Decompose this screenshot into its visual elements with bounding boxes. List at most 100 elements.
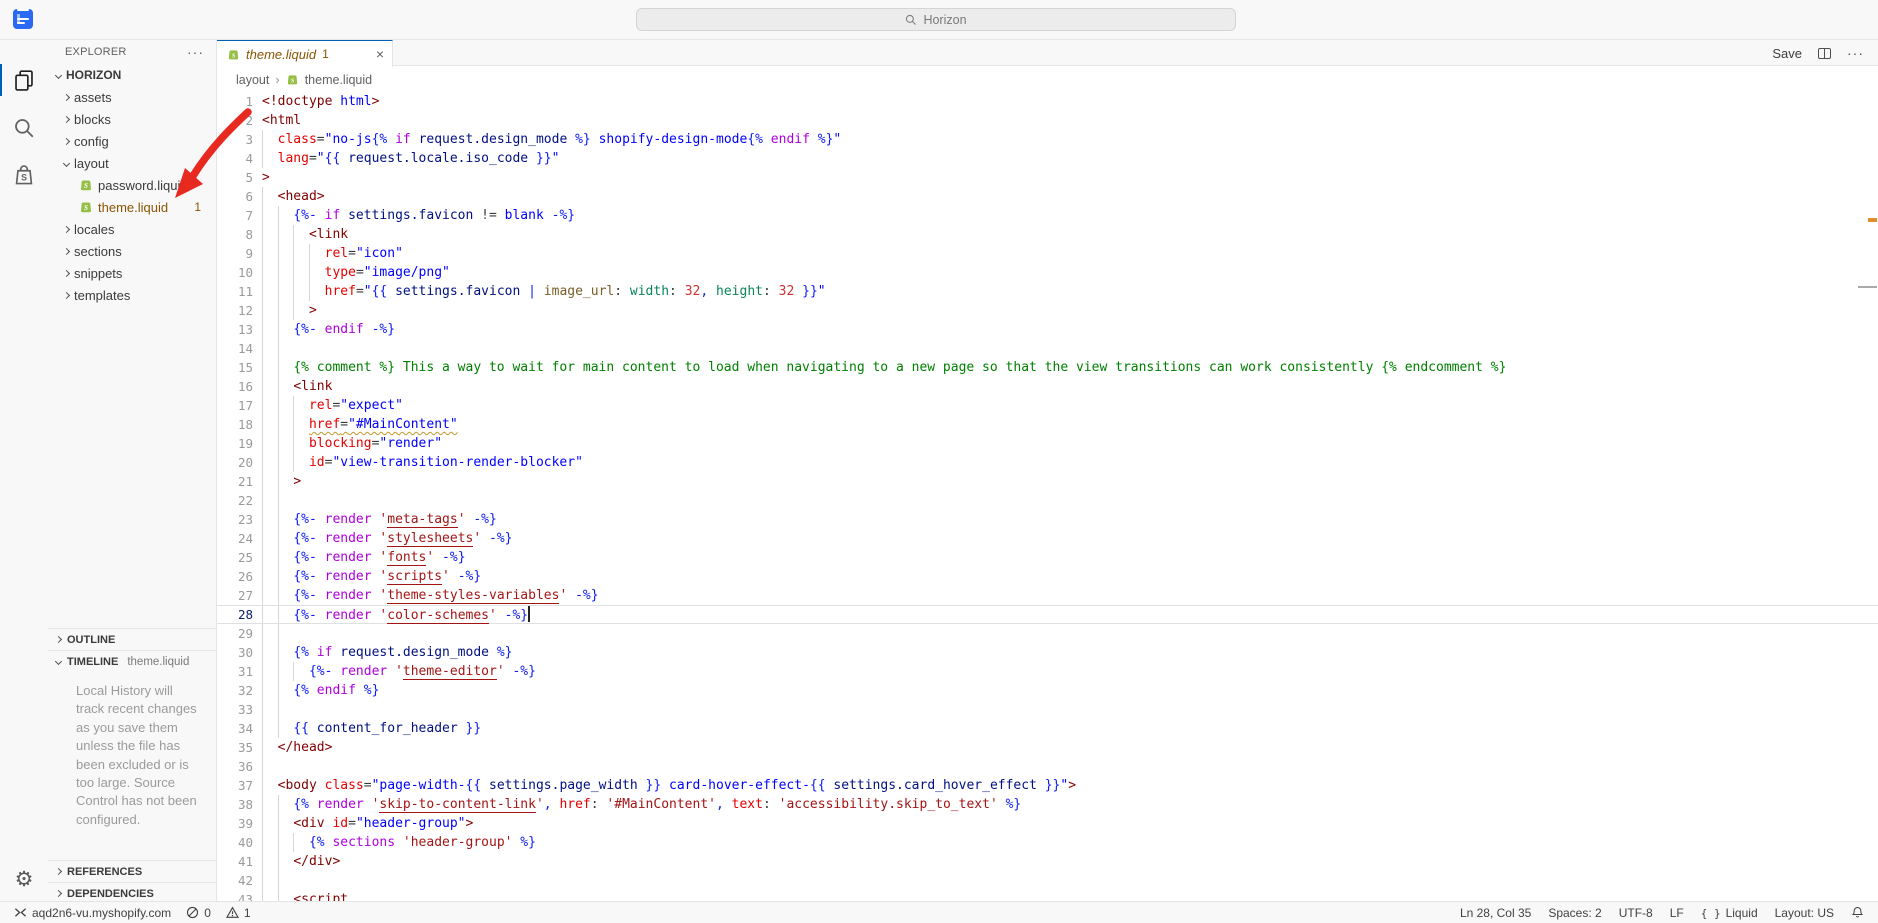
code-line-6[interactable]: 6 <head> <box>217 187 1878 206</box>
breadcrumb: layout › S theme.liquid <box>217 67 1878 92</box>
sidebar-item-layout[interactable]: layout <box>48 152 216 174</box>
code-line-28[interactable]: 28 {%- render 'color-schemes' -%} <box>217 605 1878 624</box>
settings-gear-icon[interactable]: ⚙ <box>0 857 48 901</box>
panel-outline[interactable]: OUTLINE <box>48 628 216 650</box>
status-item[interactable]: LF <box>1670 906 1684 920</box>
code-line-30[interactable]: 30 {% if request.design_mode %} <box>217 643 1878 662</box>
code-line-18[interactable]: 18 href="#MainContent" <box>217 415 1878 434</box>
chevron-right-icon <box>63 115 70 122</box>
code-line-19[interactable]: 19 blocking="render" <box>217 434 1878 453</box>
search-view-icon[interactable] <box>0 106 48 150</box>
code-line-4[interactable]: 4 lang="{{ request.locale.iso_code }}" <box>217 149 1878 168</box>
sidebar-item-HORIZON[interactable]: HORIZON <box>48 64 216 86</box>
sidebar-item-templates[interactable]: templates <box>48 284 216 306</box>
code-line-10[interactable]: 10 type="image/png" <box>217 263 1878 282</box>
status-item-braces[interactable]: { }Liquid <box>1701 906 1758 920</box>
breadcrumb-file[interactable]: theme.liquid <box>305 73 372 87</box>
panel-references-label: REFERENCES <box>67 866 142 878</box>
code-line-26[interactable]: 26 {%- render 'scripts' -%} <box>217 567 1878 586</box>
vscode-shopify-code-editor: { "colors": { "accent": "#005fb8", "warn… <box>0 0 1878 923</box>
command-center-search[interactable]: Horizon <box>636 8 1236 31</box>
split-editor-icon[interactable] <box>1818 48 1831 59</box>
code-line-3[interactable]: 3 class="no-js{% if request.design_mode … <box>217 130 1878 149</box>
code-line-16[interactable]: 16 <link <box>217 377 1878 396</box>
svg-text:S: S <box>290 77 294 84</box>
panel-timeline-header[interactable]: TIMELINE theme.liquid <box>48 650 216 672</box>
shopify-file-icon: S <box>79 178 93 192</box>
code-line-42[interactable]: 42 <box>217 871 1878 890</box>
code-line-7[interactable]: 7 {%- if settings.favicon != blank -%} <box>217 206 1878 225</box>
code-line-38[interactable]: 38 {% render 'skip-to-content-link', hre… <box>217 795 1878 814</box>
chevron-down-icon <box>63 159 70 166</box>
status-item[interactable]: Spaces: 2 <box>1548 906 1601 920</box>
code-line-24[interactable]: 24 {%- render 'stylesheets' -%} <box>217 529 1878 548</box>
panel-timeline-file: theme.liquid <box>127 656 189 668</box>
code-line-5[interactable]: 5> <box>217 168 1878 187</box>
sidebar-item-snippets[interactable]: snippets <box>48 262 216 284</box>
editor-more-icon[interactable]: ··· <box>1847 45 1864 61</box>
sidebar-more-icon[interactable]: ··· <box>187 44 204 60</box>
code-line-40[interactable]: 40 {% sections 'header-group' %} <box>217 833 1878 852</box>
status-item-error[interactable]: 0 <box>186 906 211 920</box>
code-line-37[interactable]: 37 <body class="page-width-{{ settings.p… <box>217 776 1878 795</box>
sidebar-item-assets[interactable]: assets <box>48 86 216 108</box>
code-line-21[interactable]: 21 > <box>217 472 1878 491</box>
code-line-17[interactable]: 17 rel="expect" <box>217 396 1878 415</box>
code-line-31[interactable]: 31 {%- render 'theme-editor' -%} <box>217 662 1878 681</box>
status-item-bell[interactable] <box>1851 906 1864 919</box>
overview-ruler-cursor-marker <box>1858 286 1877 288</box>
file-label: blocks <box>74 112 111 127</box>
sidebar-item-theme-liquid[interactable]: Stheme.liquid1 <box>48 196 216 218</box>
code-line-15[interactable]: 15 {% comment %} This a way to wait for … <box>217 358 1878 377</box>
explorer-icon[interactable] <box>0 58 48 102</box>
code-line-12[interactable]: 12 > <box>217 301 1878 320</box>
status-item-warning[interactable]: 1 <box>226 906 251 920</box>
file-label: locales <box>74 222 114 237</box>
code-line-36[interactable]: 36 <box>217 757 1878 776</box>
code-line-8[interactable]: 8 <link <box>217 225 1878 244</box>
file-label: password.liquid <box>98 178 188 193</box>
panel-outline-label: OUTLINE <box>67 634 115 646</box>
file-label: templates <box>74 288 130 303</box>
code-line-11[interactable]: 11 href="{{ settings.favicon | image_url… <box>217 282 1878 301</box>
code-line-20[interactable]: 20 id="view-transition-render-blocker" <box>217 453 1878 472</box>
code-line-41[interactable]: 41 </div> <box>217 852 1878 871</box>
file-label: config <box>74 134 109 149</box>
sidebar-item-config[interactable]: config <box>48 130 216 152</box>
tab-theme-liquid[interactable]: S theme.liquid 1 × <box>217 40 393 67</box>
code-line-32[interactable]: 32 {% endif %} <box>217 681 1878 700</box>
code-line-2[interactable]: 2<html <box>217 111 1878 130</box>
shopify-panel-icon[interactable]: S <box>0 153 48 197</box>
code-line-14[interactable]: 14 <box>217 339 1878 358</box>
code-line-9[interactable]: 9 rel="icon" <box>217 244 1878 263</box>
status-item[interactable]: Layout: US <box>1775 906 1834 920</box>
sidebar-item-blocks[interactable]: blocks <box>48 108 216 130</box>
code-line-35[interactable]: 35 </head> <box>217 738 1878 757</box>
code-line-29[interactable]: 29 <box>217 624 1878 643</box>
sidebar-item-password-liquid[interactable]: Spassword.liquid <box>48 174 216 196</box>
code-line-33[interactable]: 33 <box>217 700 1878 719</box>
status-item[interactable]: UTF-8 <box>1619 906 1653 920</box>
code-line-27[interactable]: 27 {%- render 'theme-styles-variables' -… <box>217 586 1878 605</box>
breadcrumb-separator: › <box>275 72 279 87</box>
status-bar: aqd2n6-vu.myshopify.com 0 1 Ln 28, Col 35 S… <box>0 901 1878 923</box>
tab-close-icon[interactable]: × <box>376 46 384 62</box>
status-item[interactable]: Ln 28, Col 35 <box>1460 906 1531 920</box>
status-item-remote[interactable]: aqd2n6-vu.myshopify.com <box>14 906 171 920</box>
sidebar-item-sections[interactable]: sections <box>48 240 216 262</box>
code-editor[interactable]: 1<!doctype html>2<html3 class="no-js{% i… <box>217 92 1878 901</box>
code-line-34[interactable]: 34 {{ content_for_header }} <box>217 719 1878 738</box>
sidebar-item-locales[interactable]: locales <box>48 218 216 240</box>
save-button[interactable]: Save <box>1772 46 1802 61</box>
status-text: Liquid <box>1726 906 1758 920</box>
code-line-22[interactable]: 22 <box>217 491 1878 510</box>
breadcrumb-folder[interactable]: layout <box>236 73 269 87</box>
code-line-25[interactable]: 25 {%- render 'fonts' -%} <box>217 548 1878 567</box>
code-line-39[interactable]: 39 <div id="header-group"> <box>217 814 1878 833</box>
code-line-1[interactable]: 1<!doctype html> <box>217 92 1878 111</box>
code-line-23[interactable]: 23 {%- render 'meta-tags' -%} <box>217 510 1878 529</box>
code-line-13[interactable]: 13 {%- endif -%} <box>217 320 1878 339</box>
code-line-43[interactable]: 43 <script <box>217 890 1878 901</box>
panel-references[interactable]: REFERENCES <box>48 860 216 882</box>
chevron-down-icon <box>55 71 62 78</box>
